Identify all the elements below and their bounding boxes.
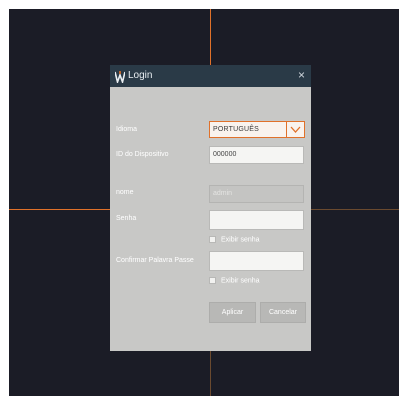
show-password-toggle[interactable]: Exibir senha	[209, 236, 260, 243]
language-value: PORTUGUÊS	[213, 126, 260, 133]
language-label: Idioma	[116, 126, 138, 133]
device-id-label: ID do Dispositivo	[116, 151, 169, 158]
dialog-title: Login	[128, 70, 153, 81]
show-confirm-password-toggle[interactable]: Exibir senha	[209, 277, 260, 284]
login-dialog: Login × Idioma PORTUGUÊS ID do Dispositi…	[110, 65, 311, 351]
grid-divider-vertical-lower	[210, 351, 211, 396]
grid-divider-horizontal	[9, 209, 111, 210]
confirm-password-field[interactable]	[209, 251, 304, 271]
apply-button[interactable]: Aplicar	[209, 302, 256, 323]
show-password-checkbox[interactable]	[209, 236, 216, 243]
dialog-titlebar: Login ×	[110, 65, 311, 87]
password-field[interactable]	[209, 210, 304, 230]
username-field: admin	[209, 185, 304, 203]
grid-divider-vertical	[210, 9, 211, 65]
chevron-down-icon[interactable]	[286, 122, 304, 137]
show-confirm-password-checkbox[interactable]	[209, 277, 216, 284]
device-id-field[interactable]: 000000	[209, 146, 304, 164]
language-select[interactable]: PORTUGUÊS	[209, 121, 305, 138]
confirm-password-label: Confirmar Palavra Passe	[116, 257, 194, 264]
cancel-button[interactable]: Cancelar	[260, 302, 306, 323]
username-label: nome	[116, 189, 134, 196]
w-logo-icon	[114, 70, 126, 85]
show-confirm-password-label: Exibir senha	[221, 277, 260, 285]
show-password-label: Exibir senha	[221, 236, 260, 244]
close-icon[interactable]: ×	[298, 68, 305, 82]
grid-divider-horizontal-right	[311, 209, 399, 210]
password-label: Senha	[116, 215, 137, 222]
